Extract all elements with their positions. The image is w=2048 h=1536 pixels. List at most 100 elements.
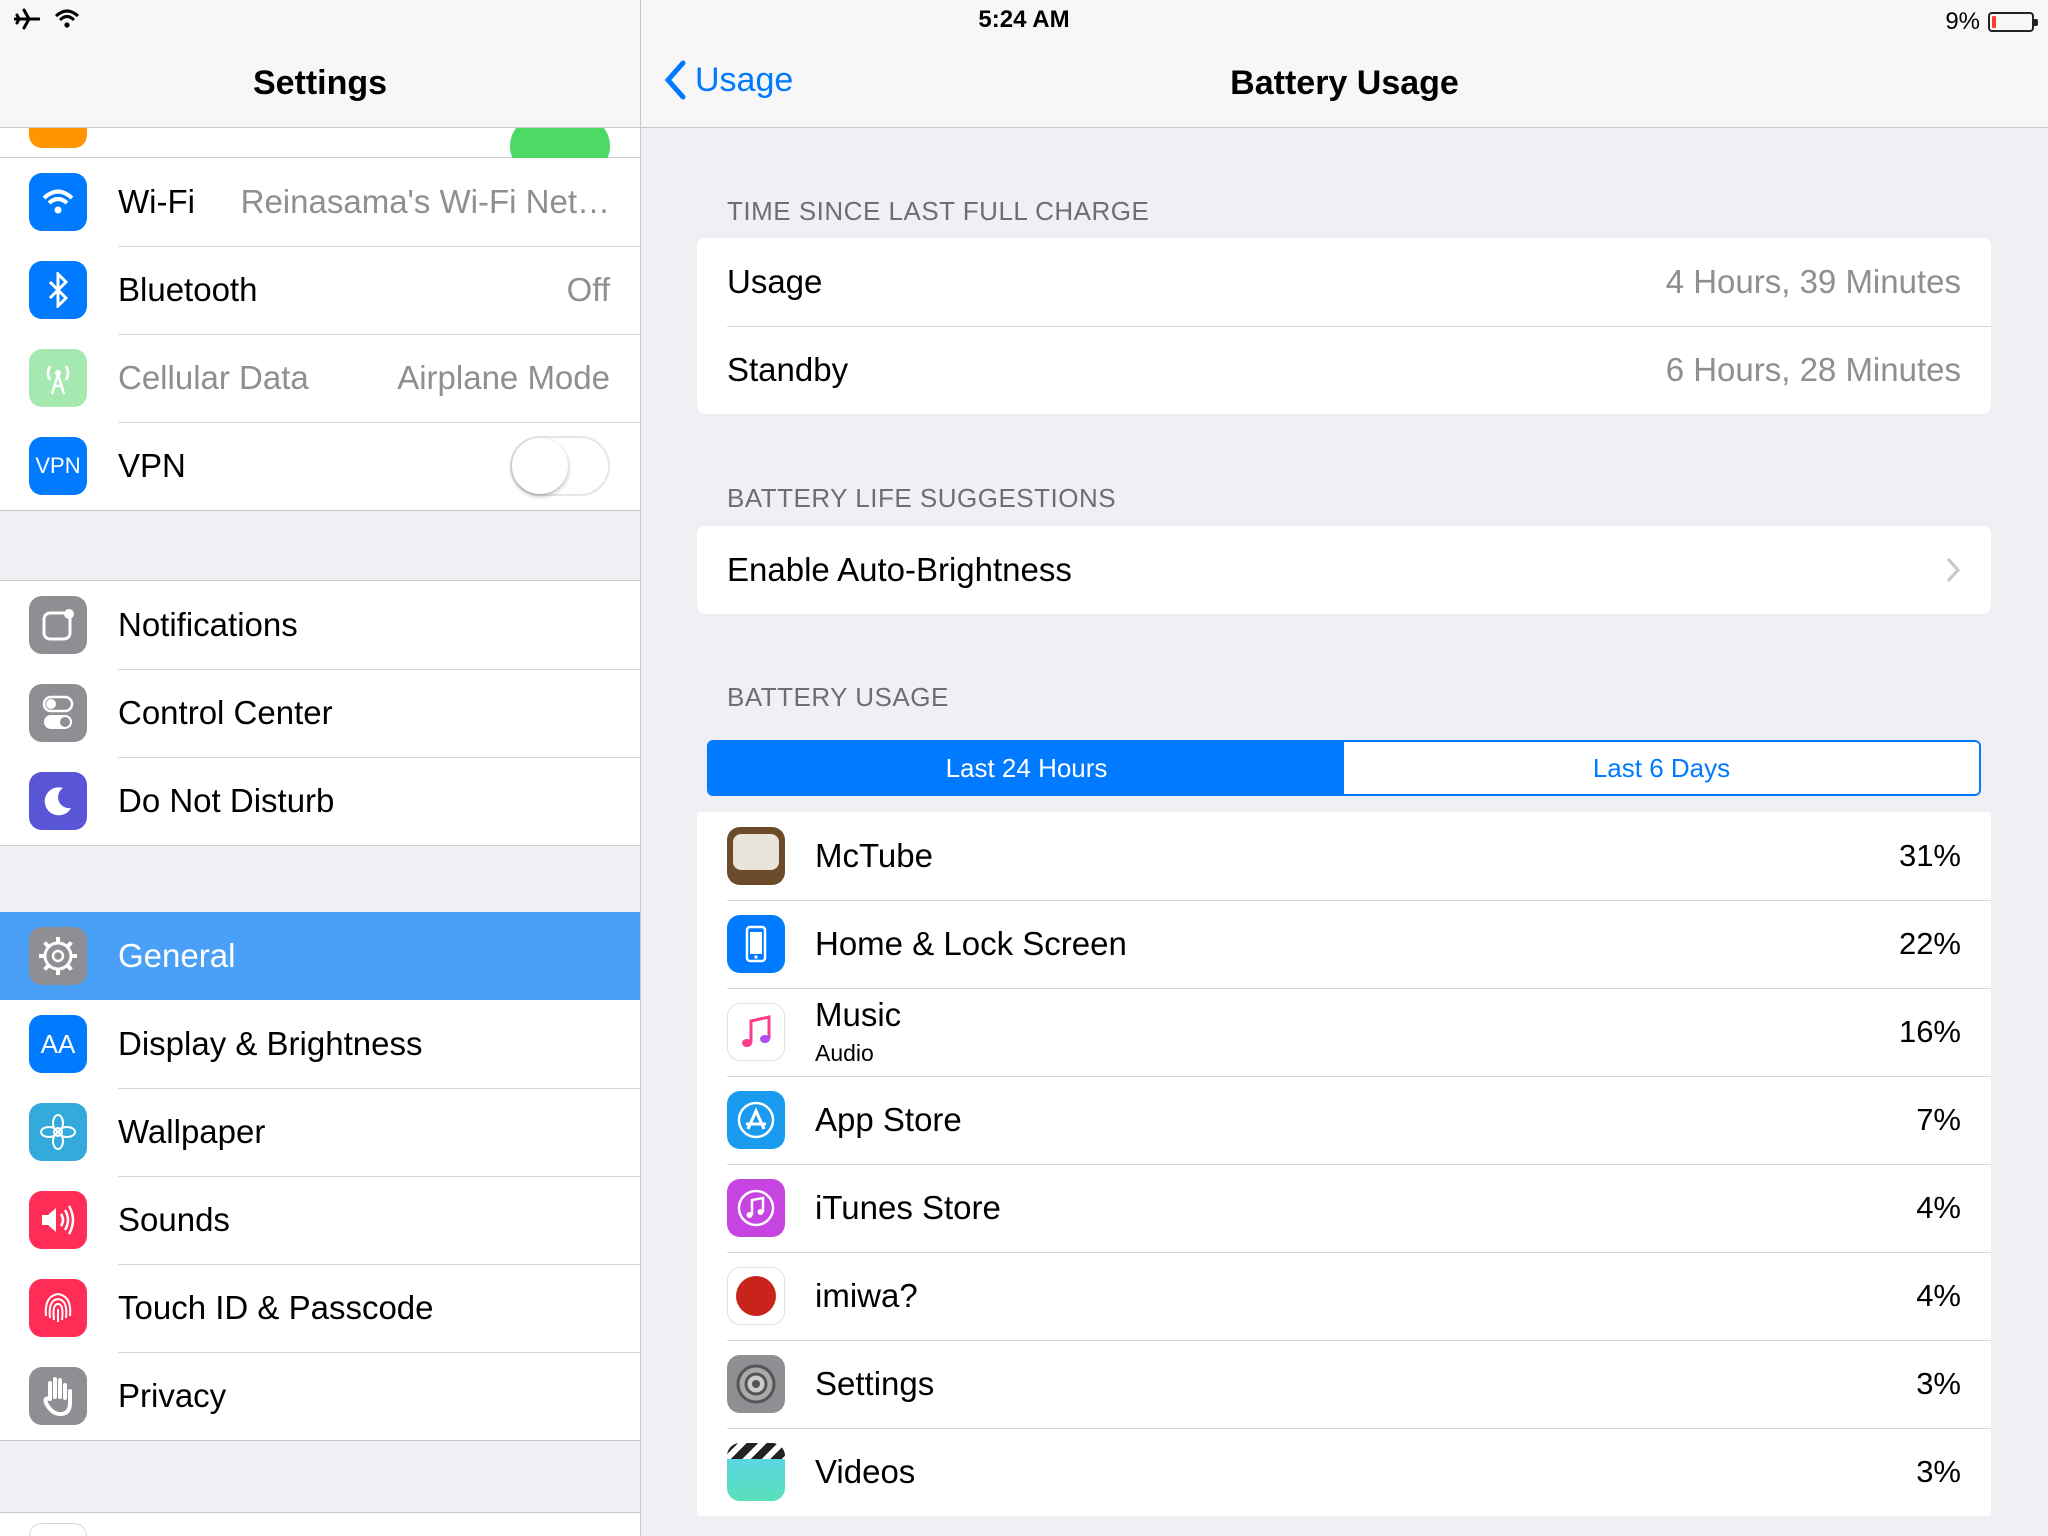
clapperboard-icon: [727, 1443, 785, 1501]
music-note-icon: [727, 1003, 785, 1061]
notifications-group: Notifications Control Center Do Not Dist…: [0, 580, 640, 846]
chevron-right-icon: [1946, 557, 1961, 583]
segment-last-6-days[interactable]: Last 6 Days: [1344, 742, 1979, 794]
standby-label: Standby: [727, 351, 849, 388]
section-header-time: TIME SINCE LAST FULL CHARGE: [727, 196, 1150, 226]
app-usage-list: McTube 31% Home & Lock Screen 22% Music …: [697, 812, 1991, 1516]
settings-sidebar: Settings Wi-Fi Reinasama's Wi-Fi Net… Bl…: [0, 0, 640, 1536]
app-name: Home & Lock Screen: [815, 925, 1127, 962]
imiwa-app-icon: [727, 1267, 785, 1325]
app-percent: 4%: [1916, 1190, 1961, 1225]
app-percent: 4%: [1916, 1278, 1961, 1313]
usage-value: 4 Hours, 39 Minutes: [1665, 263, 1961, 300]
sidebar-item-cellular[interactable]: Cellular Data Airplane Mode: [0, 334, 640, 422]
sidebar-item-display-brightness[interactable]: AA Display & Brightness: [0, 1000, 640, 1088]
wifi-settings-icon: [29, 173, 87, 231]
status-time: 5:24 AM: [978, 6, 1070, 33]
sidebar-item-do-not-disturb[interactable]: Do Not Disturb: [0, 757, 640, 845]
app-percent: 3%: [1916, 1366, 1961, 1401]
sidebar-item-general[interactable]: General: [0, 912, 640, 1000]
connectivity-group: Wi-Fi Reinasama's Wi-Fi Net… Bluetooth O…: [0, 158, 640, 511]
fingerprint-icon: [29, 1279, 87, 1337]
app-name: imiwa?: [815, 1277, 918, 1314]
cloud-icon: [29, 1523, 87, 1536]
usage-row: Usage 4 Hours, 39 Minutes: [697, 238, 1991, 326]
sidebar-item-privacy[interactable]: Privacy: [0, 1352, 640, 1440]
app-name: Music: [815, 996, 902, 1033]
standby-row: Standby 6 Hours, 28 Minutes: [697, 326, 1991, 414]
gear-icon: [29, 927, 87, 985]
app-name: McTube: [815, 837, 933, 874]
sidebar-item-label: Do Not Disturb: [118, 782, 335, 819]
sidebar-item-touch-id[interactable]: Touch ID & Passcode: [0, 1264, 640, 1352]
moon-icon: [29, 772, 87, 830]
cellular-value: Airplane Mode: [397, 359, 610, 396]
sidebar-item-label: Notifications: [118, 606, 298, 643]
suggestion-label: Enable Auto-Brightness: [727, 551, 1072, 588]
list-item: Music Audio 16%: [697, 988, 1991, 1076]
sidebar-title: Settings: [252, 64, 388, 102]
phone-icon: [727, 915, 785, 973]
list-item: Home & Lock Screen 22%: [697, 900, 1991, 988]
segment-last-24-hours[interactable]: Last 24 Hours: [709, 742, 1344, 794]
app-percent: 16%: [1898, 1014, 1961, 1049]
vpn-icon: VPN: [29, 437, 87, 495]
status-bar: 5:24 AM 9%: [0, 0, 2048, 40]
flower-icon: [29, 1103, 87, 1161]
general-group: General AA Display & Brightness Wallpape…: [0, 912, 640, 1441]
wifi-network-value: Reinasama's Wi-Fi Net…: [240, 183, 610, 220]
section-header-battery-usage: BATTERY USAGE: [727, 682, 949, 712]
suggestions-card: Enable Auto-Brightness: [697, 526, 1991, 614]
vpn-toggle[interactable]: [510, 436, 610, 496]
sidebar-item-label: Sounds: [118, 1201, 230, 1238]
sidebar-item-label: Wi-Fi: [118, 183, 195, 220]
sidebar-item-wifi[interactable]: Wi-Fi Reinasama's Wi-Fi Net…: [0, 158, 640, 246]
sidebar-item-control-center[interactable]: Control Center: [0, 669, 640, 757]
app-percent: 31%: [1898, 838, 1961, 873]
bluetooth-value: Off: [566, 271, 610, 308]
text-size-icon: AA: [29, 1015, 87, 1073]
notifications-icon: [29, 596, 87, 654]
auto-brightness-row[interactable]: Enable Auto-Brightness: [697, 526, 1991, 614]
app-store-icon: [727, 1091, 785, 1149]
battery-percent: 9%: [1945, 8, 1980, 35]
app-percent: 22%: [1898, 926, 1961, 961]
sidebar-item-bluetooth[interactable]: Bluetooth Off: [0, 246, 640, 334]
usage-label: Usage: [727, 263, 823, 300]
partial-row-icloud: [0, 1512, 640, 1536]
app-percent: 7%: [1916, 1102, 1961, 1137]
control-center-icon: [29, 684, 87, 742]
time-range-segmented-control: Last 24 Hours Last 6 Days: [707, 740, 1981, 796]
sidebar-item-label: Touch ID & Passcode: [118, 1289, 434, 1326]
section-header-suggestions: BATTERY LIFE SUGGESTIONS: [727, 483, 1117, 513]
list-item: imiwa? 4%: [697, 1252, 1991, 1340]
mctube-app-icon: [727, 827, 785, 885]
app-percent: 3%: [1916, 1454, 1961, 1489]
sidebar-item-sounds[interactable]: Sounds: [0, 1176, 640, 1264]
sidebar-item-label: Display & Brightness: [118, 1025, 423, 1062]
app-name: App Store: [815, 1101, 962, 1138]
standby-value: 6 Hours, 28 Minutes: [1665, 351, 1961, 388]
battery-usage-pane: Usage Battery Usage TIME SINCE LAST FULL…: [641, 0, 2048, 1536]
sidebar-item-vpn[interactable]: VPN VPN: [0, 422, 640, 510]
cellular-antenna-icon: [29, 349, 87, 407]
sidebar-item-label: Control Center: [118, 694, 333, 731]
list-item: App Store 7%: [697, 1076, 1991, 1164]
itunes-store-icon: [727, 1179, 785, 1237]
sidebar-item-notifications[interactable]: Notifications: [0, 581, 640, 669]
bluetooth-icon: [29, 261, 87, 319]
speaker-icon: [29, 1191, 87, 1249]
sidebar-item-label: Privacy: [118, 1377, 227, 1414]
time-card: Usage 4 Hours, 39 Minutes Standby 6 Hour…: [697, 238, 1991, 414]
sidebar-item-wallpaper[interactable]: Wallpaper: [0, 1088, 640, 1176]
sidebar-item-label: VPN: [118, 447, 186, 484]
list-item: Videos 3%: [697, 1428, 1991, 1516]
list-item: McTube 31%: [697, 812, 1991, 900]
settings-gear-icon: [727, 1355, 785, 1413]
list-item: iTunes Store 4%: [697, 1164, 1991, 1252]
app-name: Videos: [815, 1453, 916, 1490]
pane-divider: [640, 0, 641, 1536]
list-item: Settings 3%: [697, 1340, 1991, 1428]
hand-icon: [29, 1367, 87, 1425]
app-name: iTunes Store: [815, 1189, 1001, 1226]
